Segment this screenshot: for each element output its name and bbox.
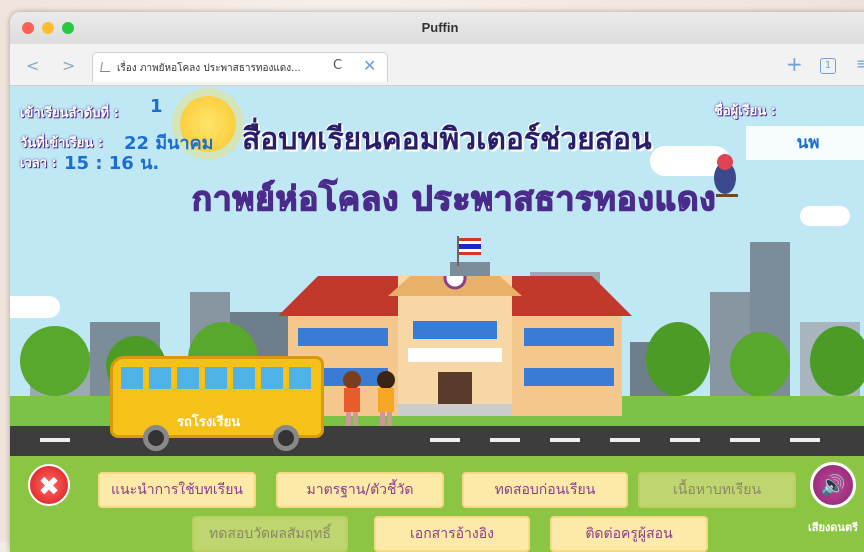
road-marking bbox=[550, 438, 580, 442]
order-label: เข้าเรียนลำดับที่ : bbox=[20, 106, 119, 121]
cloud bbox=[10, 296, 60, 318]
title-bar: Puffin bbox=[10, 12, 864, 44]
menu-button-content[interactable]: เนื้อหาบทเรียน bbox=[638, 472, 796, 508]
tab-current[interactable]: เรื่อง ภาพยัหอโคลง ประพาสธารทองแดง... C … bbox=[92, 52, 388, 82]
tabs-overview-button[interactable]: 1 bbox=[820, 58, 836, 74]
exit-button[interactable]: ✖ bbox=[28, 464, 70, 506]
lesson-subtitle: กาพย์ห่อโคลง ประพาสธารทองแดง bbox=[191, 178, 717, 219]
tree bbox=[810, 326, 864, 396]
bus-wheel bbox=[143, 425, 169, 451]
learner-name-label: ชื่อผู้เรียน : bbox=[714, 104, 776, 119]
reload-button[interactable]: C bbox=[333, 58, 342, 73]
road-marking bbox=[430, 438, 460, 442]
menu-button-posttest[interactable]: ทดสอบวัดผลสัมฤทธิ์ bbox=[192, 516, 348, 552]
tab-close-button[interactable]: ✕ bbox=[363, 56, 376, 75]
browser-window: Puffin < > เรื่อง ภาพยัหอโคลง ประพาสธารท… bbox=[10, 12, 864, 552]
sound-label: เสียงดนตรี bbox=[808, 521, 859, 534]
road-marking bbox=[670, 438, 700, 442]
tree bbox=[646, 322, 710, 396]
menu-button-intro[interactable]: แนะนำการใช้บทเรียน bbox=[98, 472, 256, 508]
lesson-title: สื่อบทเรียนคอมพิวเตอร์ช่วยสอน bbox=[242, 122, 652, 157]
bus-windows bbox=[121, 367, 313, 389]
road-marking bbox=[490, 438, 520, 442]
cloud bbox=[800, 206, 850, 226]
tab-title: เรื่อง ภาพยัหอโคลง ประพาสธารทองแดง... bbox=[117, 63, 301, 74]
speaker-icon[interactable]: 🔊 bbox=[810, 462, 856, 508]
road-marking bbox=[790, 438, 820, 442]
road-marking bbox=[610, 438, 640, 442]
time-value: 15 : 16 น. bbox=[64, 153, 160, 174]
children-illustration bbox=[343, 371, 395, 426]
learner-name-value: นพ bbox=[746, 126, 864, 160]
lesson-scene: รถโรงเรียน เข้าเรียนลำดับที่ : 1 วันที่เ… bbox=[10, 86, 864, 552]
browser-toolbar: < > เรื่อง ภาพยัหอโคลง ประพาสธารทองแดง..… bbox=[10, 44, 864, 86]
order-value: 1 bbox=[150, 96, 163, 117]
bus-wheel bbox=[273, 425, 299, 451]
new-tab-button[interactable]: + bbox=[786, 52, 803, 76]
menu-button[interactable]: ≡ bbox=[856, 54, 864, 73]
menu-button-contact[interactable]: ติดต่อครูผู้สอน bbox=[550, 516, 708, 552]
menu-button-standards[interactable]: มาตรฐาน/ตัวชี้วัด bbox=[276, 472, 444, 508]
tree bbox=[20, 326, 90, 396]
menu-button-pretest[interactable]: ทดสอบก่อนเรียน bbox=[462, 472, 628, 508]
page-icon bbox=[100, 62, 112, 72]
time-label: เวลา : bbox=[20, 156, 57, 171]
app-title: Puffin bbox=[421, 20, 459, 35]
road-marking bbox=[730, 438, 760, 442]
flag-icon bbox=[457, 236, 481, 266]
bus-label: รถโรงเรียน bbox=[177, 415, 241, 430]
back-button[interactable]: < bbox=[26, 56, 39, 75]
road-marking bbox=[40, 438, 70, 442]
school-bus: รถโรงเรียน bbox=[110, 356, 324, 451]
menu-button-references[interactable]: เอกสารอ้างอิง bbox=[374, 516, 530, 552]
forward-button[interactable]: > bbox=[62, 56, 75, 75]
tree bbox=[730, 332, 790, 396]
school-building bbox=[278, 276, 632, 416]
